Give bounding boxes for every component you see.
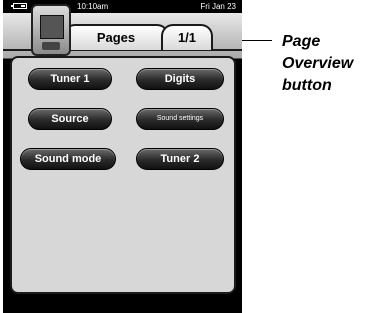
tuner2-button[interactable]: Tuner 2 [136,148,224,170]
callout-line3: button [282,77,332,94]
page-overview-button[interactable]: 1/1 [161,24,213,50]
source-button[interactable]: Source [28,108,112,130]
sound-mode-button[interactable]: Sound mode [20,148,116,170]
battery-icon [11,3,27,9]
digits-button[interactable]: Digits [136,68,224,90]
callout-line1: Page [282,33,321,50]
status-time: 10:10am [77,2,109,11]
content-panel: Tuner 1 Digits Source Sound settings Sou… [10,56,236,294]
pages-tab[interactable]: Pages [63,24,169,50]
callout-line2: Overview [282,55,354,72]
callout-line [242,40,272,41]
sound-settings-button[interactable]: Sound settings [136,108,224,130]
callout-label: Page Overview button [282,31,370,97]
device-icon[interactable] [31,4,71,56]
status-date: Fri Jan 23 [200,2,236,11]
tuner1-button[interactable]: Tuner 1 [28,68,112,90]
remote-device-screen: 10:10am Fri Jan 23 Pages 1/1 Tuner 1 Dig… [3,0,242,313]
